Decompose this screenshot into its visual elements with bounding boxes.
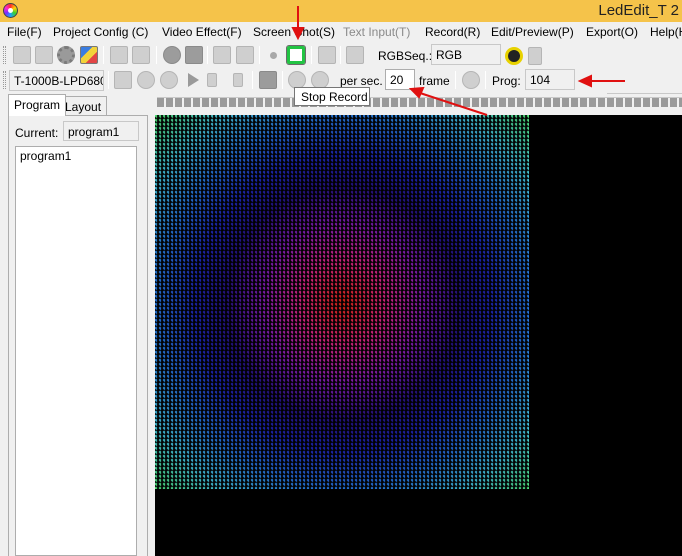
- separator: [455, 71, 456, 89]
- yellow-ring-icon[interactable]: [505, 47, 523, 65]
- play-icon[interactable]: [188, 73, 199, 87]
- menu-help[interactable]: Help(H): [650, 25, 682, 39]
- stop-record-tooltip: Stop Record: [294, 87, 370, 106]
- speed-icon[interactable]: [163, 46, 181, 64]
- separator: [340, 46, 341, 64]
- record-dot-icon[interactable]: [270, 52, 277, 59]
- separator: [108, 71, 109, 89]
- open-icon[interactable]: [35, 46, 53, 64]
- clipboard-icon[interactable]: [318, 46, 336, 64]
- menu-edit-preview[interactable]: Edit/Preview(P): [491, 25, 574, 39]
- rgbseq-field[interactable]: RGB: [431, 44, 501, 65]
- led-preview-area[interactable]: [155, 115, 682, 556]
- next-icon[interactable]: [233, 73, 243, 87]
- current-label: Current:: [15, 126, 59, 140]
- first-icon[interactable]: [114, 71, 132, 89]
- prev-icon[interactable]: [207, 73, 217, 87]
- book-icon[interactable]: [528, 47, 542, 65]
- separator: [156, 46, 157, 64]
- separator: [311, 46, 312, 64]
- prog-label: Prog:: [492, 74, 521, 88]
- separator: [103, 46, 104, 64]
- pause-icon[interactable]: [160, 71, 178, 89]
- menu-record[interactable]: Record(R): [425, 25, 480, 39]
- menu-video-effect[interactable]: Video Effect(F): [162, 25, 242, 39]
- picture2-icon[interactable]: [236, 46, 254, 64]
- separator: [282, 71, 283, 89]
- main-toolbar: RGBSeq.: RGB: [0, 42, 682, 105]
- toolbar-grip[interactable]: [3, 46, 6, 64]
- rgbseq-label: RGBSeq.:: [378, 49, 433, 63]
- list-item[interactable]: program1: [20, 149, 71, 163]
- menu-file[interactable]: File(F): [7, 25, 42, 39]
- prog-field[interactable]: 104: [525, 69, 575, 90]
- program-list[interactable]: program1: [15, 146, 137, 556]
- separator: [259, 46, 260, 64]
- separator: [485, 71, 486, 89]
- menu-export[interactable]: Export(O): [586, 25, 638, 39]
- controller-field[interactable]: T-1000B-LPD6803: [9, 70, 104, 91]
- title-bar: LedEdit_T 2: [0, 0, 682, 22]
- per-sec-field[interactable]: 20: [385, 69, 415, 90]
- toolbar-grip[interactable]: [3, 71, 6, 89]
- timeline-ruler[interactable]: [157, 97, 682, 107]
- frame-label: frame: [419, 74, 450, 88]
- copy-icon[interactable]: [110, 46, 128, 64]
- picture-icon[interactable]: [213, 46, 231, 64]
- new-icon[interactable]: [13, 46, 31, 64]
- square-icon[interactable]: [259, 71, 277, 89]
- led-matrix: [155, 115, 529, 489]
- menu-text-input[interactable]: Text Input(T): [343, 25, 410, 39]
- per-sec-label: per sec.: [340, 74, 383, 88]
- refresh-icon[interactable]: [462, 71, 480, 89]
- window-title: LedEdit_T 2: [598, 2, 679, 19]
- stop-record-icon[interactable]: [286, 45, 306, 65]
- menu-project-config[interactable]: Project Config (C): [53, 25, 148, 39]
- separator: [207, 46, 208, 64]
- app-icon: [3, 3, 18, 18]
- paste-icon[interactable]: [132, 46, 150, 64]
- image-icon[interactable]: [80, 46, 98, 64]
- tab-program[interactable]: Program: [8, 94, 67, 116]
- menu-bar: File(F) Project Config (C) Video Effect(…: [0, 22, 682, 42]
- stop-icon[interactable]: [137, 71, 155, 89]
- stop-square-icon[interactable]: [185, 46, 203, 64]
- current-program-field[interactable]: program1: [63, 121, 139, 141]
- edit-icon[interactable]: [346, 46, 364, 64]
- gear-icon[interactable]: [57, 46, 75, 64]
- separator: [252, 71, 253, 89]
- menu-screen-shot[interactable]: Screen Shot(S): [253, 25, 335, 39]
- tab-layout[interactable]: Layout: [59, 96, 108, 116]
